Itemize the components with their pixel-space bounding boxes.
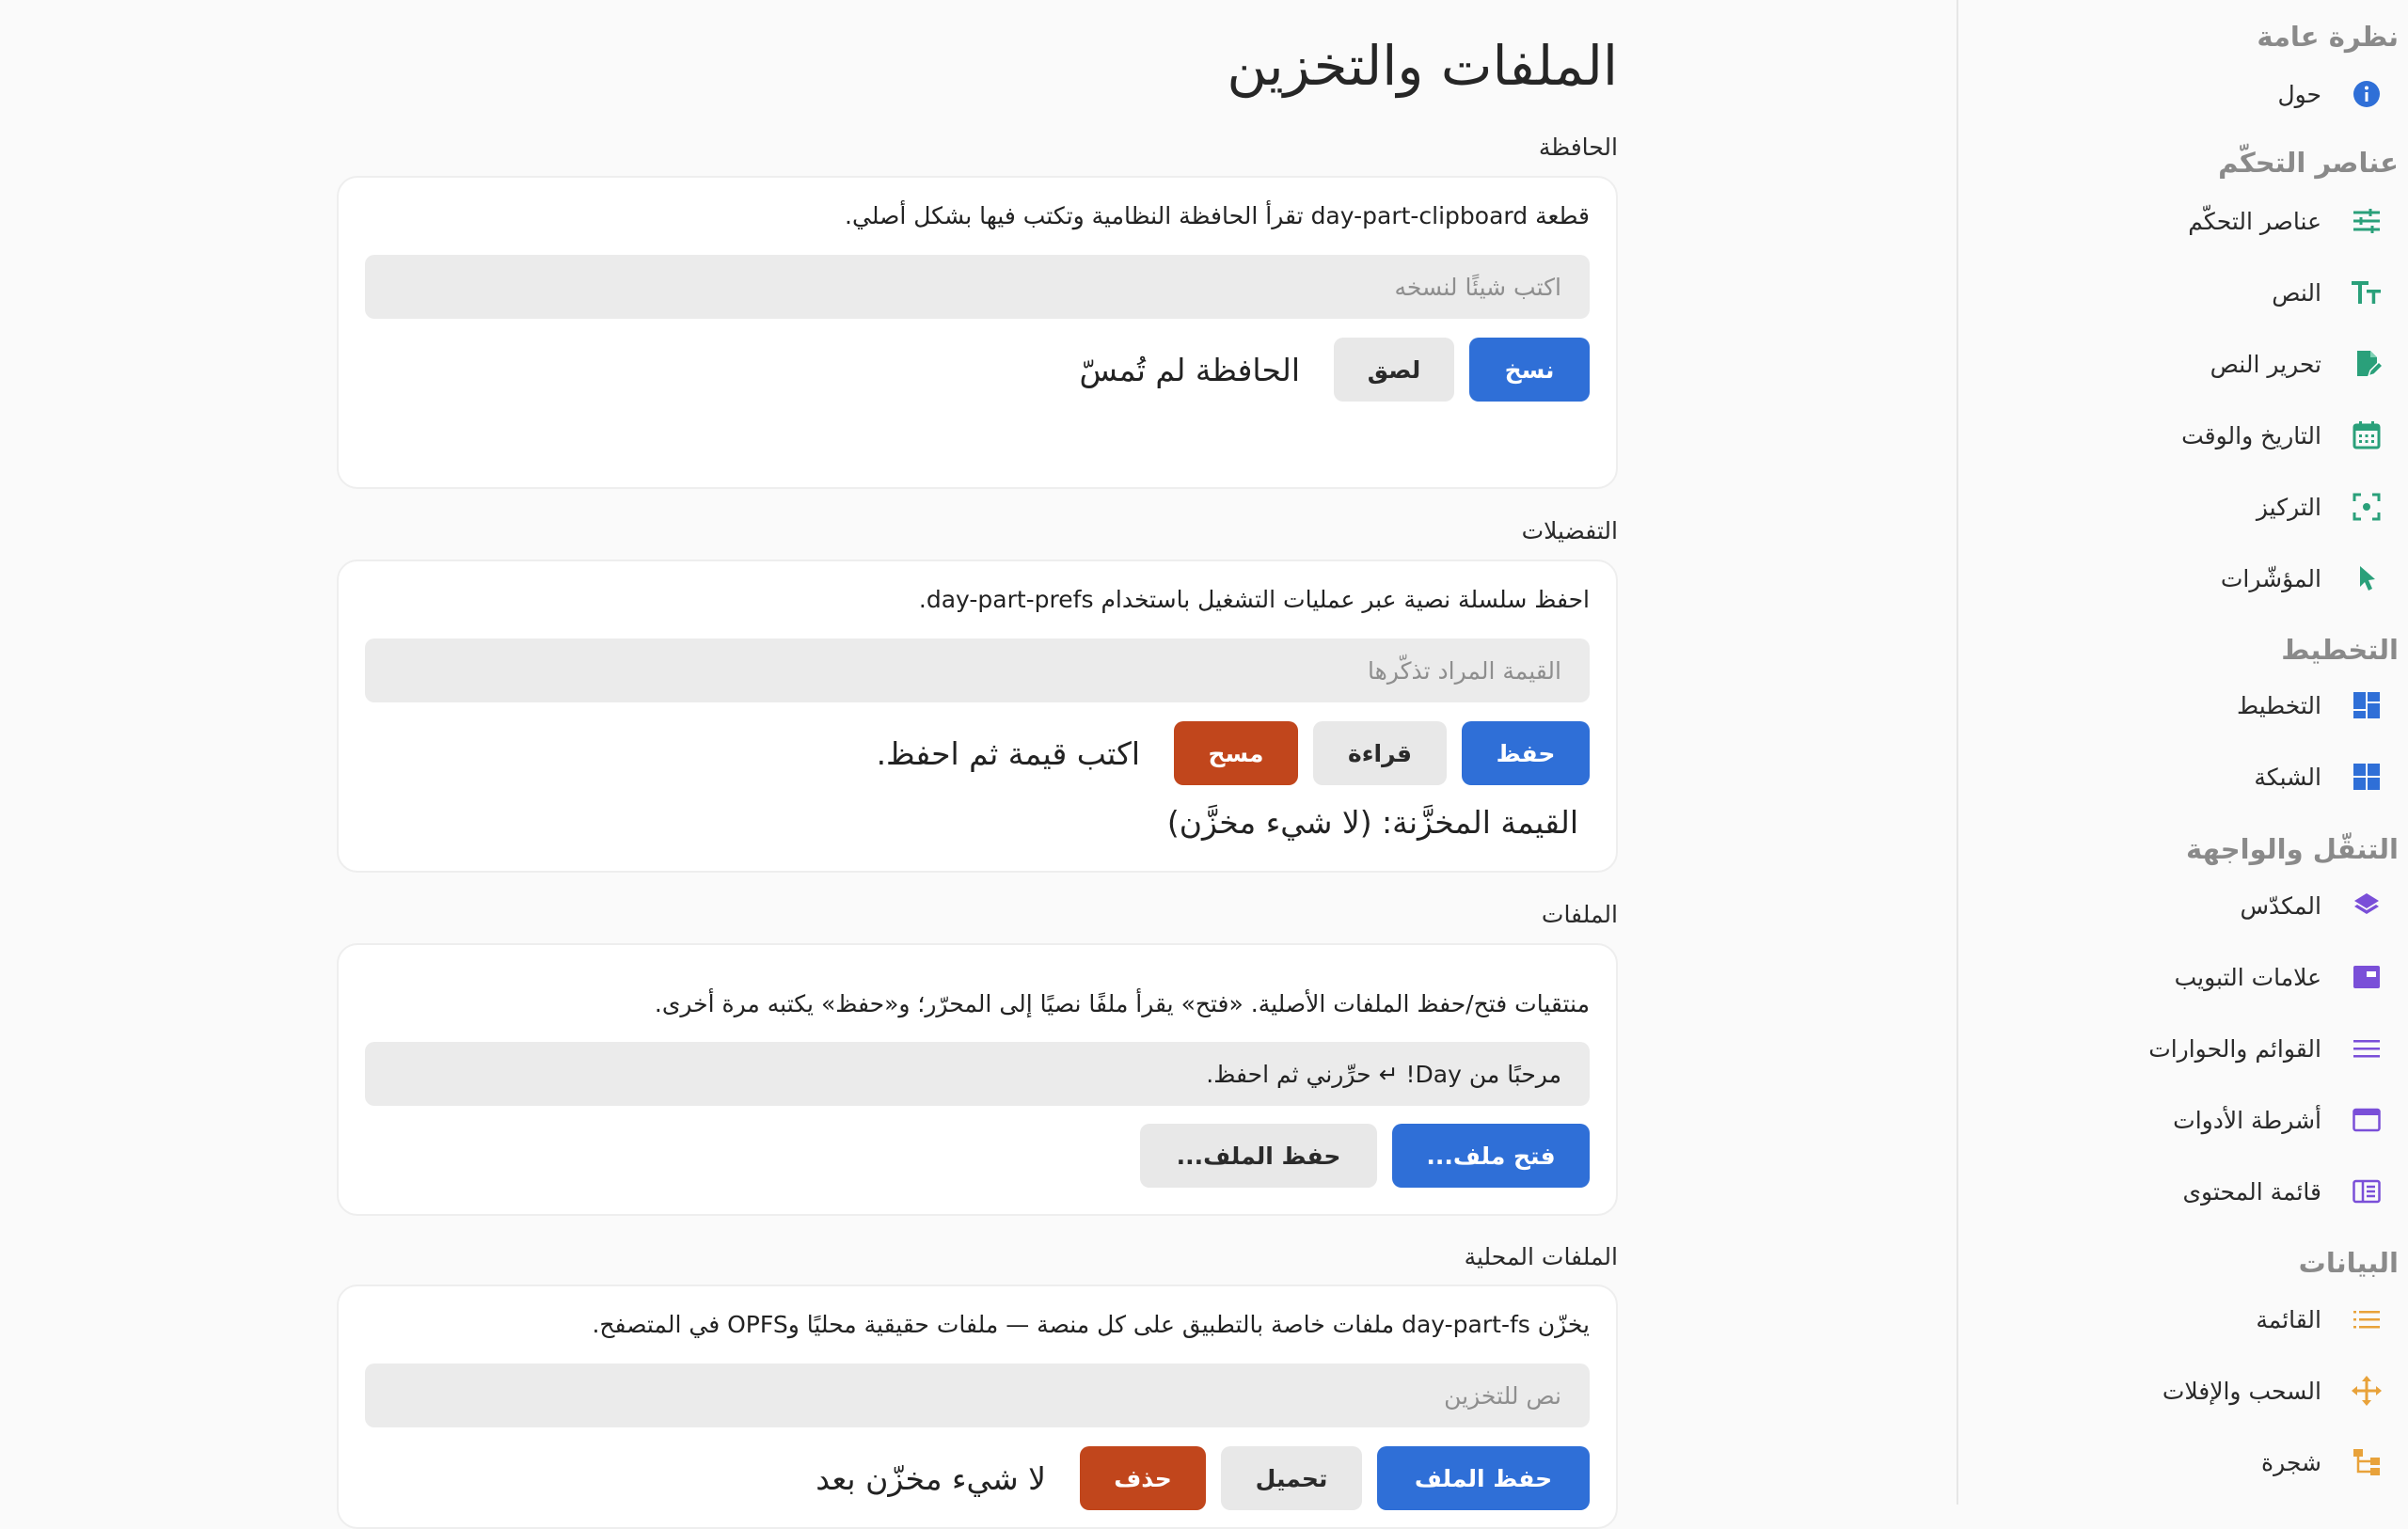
sidebar-item-label: السحب والإفلات bbox=[2162, 1377, 2321, 1405]
section-label-prefs: التفضيلات bbox=[1521, 517, 1618, 544]
files-description: منتقيات فتح/حفظ الملفات الأصلية. «فتح» ي… bbox=[654, 990, 1590, 1017]
local-files-description: يخزّن day-part-fs ملفات خاصة بالتطبيق عل… bbox=[592, 1311, 1590, 1338]
sidebar-item-label: القائمة bbox=[2256, 1305, 2321, 1333]
section-label-local-files: الملفات المحلية bbox=[1464, 1243, 1618, 1270]
tree-icon bbox=[2350, 1445, 2384, 1479]
sidebar-section-controls: عناصر التحكّم bbox=[2218, 147, 2399, 179]
clipboard-status: الحافظة لم تُمسّ bbox=[1079, 351, 1300, 388]
sidebar-item-label: حول bbox=[2277, 80, 2321, 108]
sidebar-item-label: أشرطة الأدوات bbox=[2173, 1106, 2321, 1134]
pointer-icon bbox=[2350, 561, 2384, 595]
sidebar-section-data: البيانات bbox=[2298, 1247, 2399, 1279]
sidebar-item-stack[interactable]: المكدّس bbox=[2241, 877, 2384, 934]
calendar-icon bbox=[2350, 418, 2384, 452]
prefs-status: اكتب قيمة ثم احفظ. bbox=[876, 734, 1140, 772]
prefs-input-placeholder: القيمة المراد تذكّرها bbox=[1368, 656, 1561, 685]
prefs-actions: حفظ قراءة مسح اكتب قيمة ثم احفظ. bbox=[877, 721, 1590, 785]
sidebar-item-tree[interactable]: شجرة bbox=[2261, 1434, 2384, 1490]
files-card: منتقيات فتح/حفظ الملفات الأصلية. «فتح» ي… bbox=[337, 943, 1618, 1216]
list-icon bbox=[2350, 1302, 2384, 1336]
clipboard-description: قطعة day-part-clipboard تقرأ الحافظة الن… bbox=[845, 202, 1590, 229]
prefs-read-button[interactable]: قراءة bbox=[1313, 721, 1447, 785]
prefs-input[interactable]: القيمة المراد تذكّرها bbox=[365, 638, 1590, 702]
clipboard-input[interactable]: اكتب شيئًا لنسخه bbox=[365, 255, 1590, 319]
layout-icon bbox=[2350, 688, 2384, 722]
files-editor-text: مرحبًا من Day! ↵ حرِّرني ثم احفظ. bbox=[1206, 1060, 1561, 1088]
move-icon bbox=[2350, 1374, 2384, 1408]
sidebar-item-tabs[interactable]: علامات التبويب bbox=[2175, 949, 2384, 1005]
sidebar-item-label: تحرير النص bbox=[2210, 350, 2321, 378]
files-actions: فتح ملف... حفظ الملف... bbox=[1140, 1124, 1590, 1188]
sidebar-item-label: شجرة bbox=[2261, 1448, 2321, 1476]
sidebar-item-label: علامات التبويب bbox=[2174, 963, 2321, 991]
sidebar-item-focus[interactable]: التركيز bbox=[2257, 479, 2384, 535]
prefs-stored-value: القيمة المخزَّنة: (لا شيء مخزَّن) bbox=[1166, 804, 1578, 841]
sidebar-section-navigation: التنقّل والواجهة bbox=[2186, 833, 2399, 865]
sidebar-item-text[interactable]: النص bbox=[2272, 264, 2384, 321]
prefs-description: احفظ سلسلة نصية عبر عمليات التشغيل باستخ… bbox=[918, 586, 1590, 613]
sidebar-item-controls[interactable]: عناصر التحكّم bbox=[2188, 193, 2384, 249]
app-window: نظرة عامة حول عناصر التحكّم عناصر التحكّ… bbox=[0, 0, 2408, 1529]
sidebar-list-icon bbox=[2350, 1174, 2384, 1208]
sidebar-item-label: التاريخ والوقت bbox=[2181, 421, 2321, 449]
prefs-card: احفظ سلسلة نصية عبر عمليات التشغيل باستخ… bbox=[337, 560, 1618, 873]
sidebar-section-layout: التخطيط bbox=[2281, 634, 2399, 666]
sidebar-item-label: الشبكة bbox=[2254, 763, 2321, 791]
sidebar-item-label: القوائم والحوارات bbox=[2148, 1034, 2321, 1063]
prefs-clear-button[interactable]: مسح bbox=[1174, 721, 1298, 785]
clipboard-input-placeholder: اكتب شيئًا لنسخه bbox=[1394, 273, 1562, 301]
sidebar-item-text-edit[interactable]: تحرير النص bbox=[2210, 336, 2384, 392]
toolbar-icon bbox=[2350, 1103, 2384, 1137]
prefs-save-button[interactable]: حفظ bbox=[1462, 721, 1590, 785]
info-icon bbox=[2350, 77, 2384, 111]
sidebar-item-label: النص bbox=[2272, 278, 2321, 307]
sidebar-item-list[interactable]: القائمة bbox=[2256, 1291, 2384, 1348]
sidebar-item-pointers[interactable]: المؤشّرات bbox=[2221, 550, 2384, 607]
clipboard-card: قطعة day-part-clipboard تقرأ الحافظة الن… bbox=[337, 176, 1618, 489]
files-editor[interactable]: مرحبًا من Day! ↵ حرِّرني ثم احفظ. bbox=[365, 1042, 1590, 1106]
text-size-icon bbox=[2350, 276, 2384, 309]
main-content: الملفات والتخزين الحافظة قطعة day-part-c… bbox=[0, 0, 1618, 1529]
focus-icon bbox=[2350, 490, 2384, 524]
sliders-icon bbox=[2350, 204, 2384, 238]
local-files-input[interactable]: نص للتخزين bbox=[365, 1363, 1590, 1427]
sidebar-section-overview: نظرة عامة bbox=[2257, 21, 2399, 53]
local-files-status: لا شيء مخزّن بعد bbox=[816, 1459, 1046, 1497]
sidebar-item-layout[interactable]: التخطيط bbox=[2237, 677, 2384, 733]
sidebar: نظرة عامة حول عناصر التحكّم عناصر التحكّ… bbox=[1956, 0, 2408, 1505]
open-file-button[interactable]: فتح ملف... bbox=[1392, 1124, 1590, 1188]
sidebar-item-date-time[interactable]: التاريخ والوقت bbox=[2181, 407, 2384, 464]
save-file-as-button[interactable]: حفظ الملف... bbox=[1140, 1124, 1377, 1188]
tabs-icon bbox=[2350, 960, 2384, 994]
local-load-button[interactable]: تحميل bbox=[1221, 1446, 1362, 1510]
sidebar-item-label: المكدّس bbox=[2240, 891, 2321, 920]
section-label-clipboard: الحافظة bbox=[1538, 134, 1618, 161]
clipboard-actions: نسخ لصق الحافظة لم تُمسّ bbox=[1080, 338, 1590, 402]
copy-button[interactable]: نسخ bbox=[1469, 338, 1590, 402]
sidebar-item-label: المؤشّرات bbox=[2220, 564, 2321, 592]
local-save-file-button[interactable]: حفظ الملف bbox=[1377, 1446, 1590, 1510]
menu-icon bbox=[2350, 1032, 2384, 1065]
local-files-actions: حفظ الملف تحميل حذف لا شيء مخزّن بعد bbox=[816, 1446, 1590, 1510]
sidebar-item-about[interactable]: حول bbox=[2277, 66, 2384, 122]
sidebar-item-label: التخطيط bbox=[2236, 691, 2321, 719]
sidebar-item-drag-drop[interactable]: السحب والإفلات bbox=[2162, 1363, 2384, 1419]
paste-button[interactable]: لصق bbox=[1334, 338, 1454, 402]
sidebar-item-label: التركيز bbox=[2256, 493, 2321, 521]
page-title: الملفات والتخزين bbox=[1227, 34, 1618, 98]
local-files-input-placeholder: نص للتخزين bbox=[1444, 1381, 1561, 1410]
sidebar-item-toolbars[interactable]: أشرطة الأدوات bbox=[2173, 1092, 2384, 1148]
sidebar-item-label: عناصر التحكّم bbox=[2188, 207, 2321, 235]
local-files-card: يخزّن day-part-fs ملفات خاصة بالتطبيق عل… bbox=[337, 1285, 1618, 1529]
grid-icon bbox=[2350, 760, 2384, 794]
sidebar-item-menus-dialogs[interactable]: القوائم والحوارات bbox=[2148, 1020, 2384, 1077]
sidebar-item-label: قائمة المحتوى bbox=[2182, 1177, 2321, 1206]
local-delete-button[interactable]: حذف bbox=[1080, 1446, 1206, 1510]
sidebar-item-content-list[interactable]: قائمة المحتوى bbox=[2182, 1163, 2384, 1220]
stack-icon bbox=[2350, 889, 2384, 922]
edit-document-icon bbox=[2350, 347, 2384, 381]
sidebar-item-grid[interactable]: الشبكة bbox=[2254, 749, 2384, 805]
section-label-files: الملفات bbox=[1541, 901, 1618, 928]
